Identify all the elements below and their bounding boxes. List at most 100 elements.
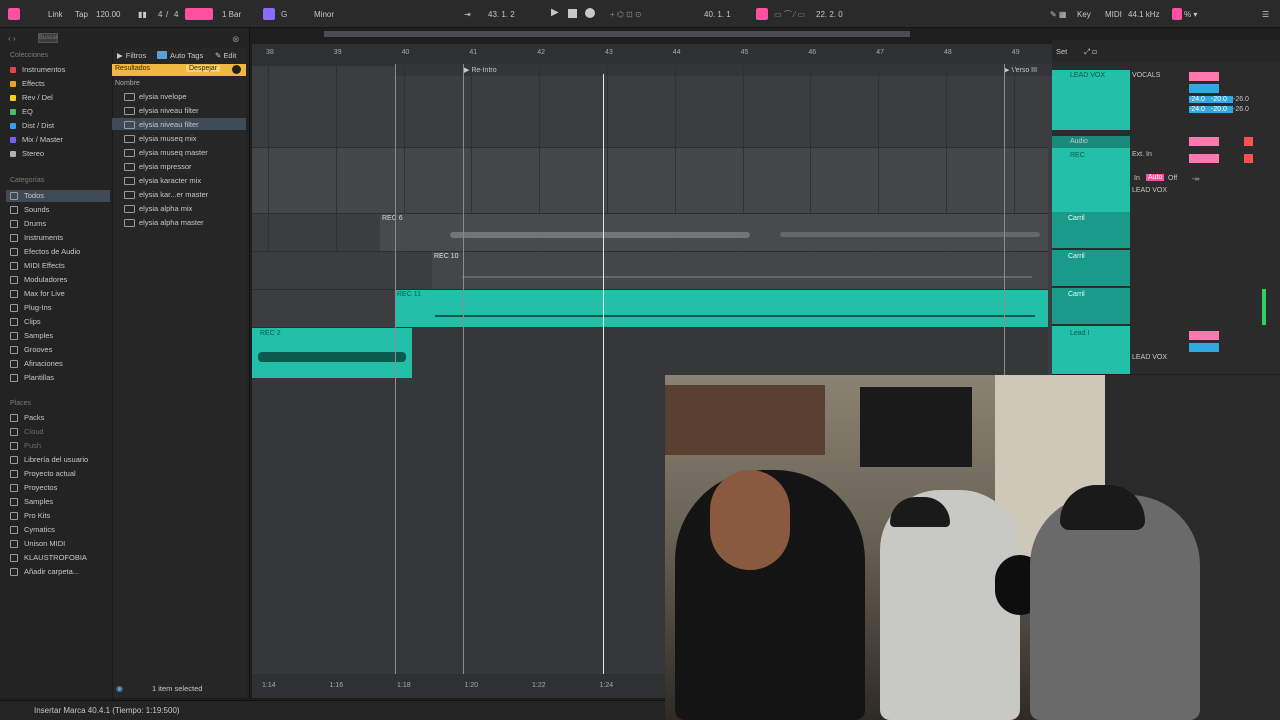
clip-rec-6[interactable]: REC 6 xyxy=(380,214,1048,251)
track-header-carril-1[interactable]: Carril xyxy=(1052,212,1130,248)
place-item[interactable]: Pro Kits xyxy=(10,510,50,522)
track-activator[interactable] xyxy=(1189,72,1219,81)
tap-button[interactable]: Tap xyxy=(75,9,88,20)
collection-item[interactable]: Instrumentos xyxy=(10,64,65,76)
file-item[interactable]: elysia kar...er master xyxy=(124,189,208,201)
preview-toggle-icon[interactable] xyxy=(232,65,241,74)
locator-verso-iii[interactable]: ▶ Verso III xyxy=(1004,66,1037,74)
track-header-rec[interactable]: REC xyxy=(1052,148,1130,212)
clip-rec-11[interactable]: REC 11 xyxy=(395,290,1048,327)
clear-button[interactable]: Despejar xyxy=(186,65,221,72)
collection-item[interactable]: EQ xyxy=(10,106,33,118)
collection-item[interactable]: Effects xyxy=(10,78,45,90)
category-item[interactable]: Plug-Ins xyxy=(10,302,52,314)
track-header-audio[interactable]: Audio xyxy=(1052,136,1130,148)
punch-icons[interactable]: ▭ ⌒ ⁄ ▭ xyxy=(774,9,805,20)
tempo-field[interactable]: 120.00 xyxy=(96,9,120,20)
file-item[interactable]: elysia alpha master xyxy=(124,217,204,229)
category-item[interactable]: Clips xyxy=(10,316,41,328)
search-input[interactable]: Buscar xyxy=(38,33,58,43)
meter-denominator[interactable]: 4 xyxy=(174,9,178,20)
metronome-icon[interactable]: ▮▮ xyxy=(138,9,147,20)
scale-select[interactable]: Minor xyxy=(314,9,334,20)
collection-item[interactable]: Mix / Master xyxy=(10,134,63,146)
place-item[interactable]: Proyecto actual xyxy=(10,468,76,480)
file-item[interactable]: elysia alpha mix xyxy=(124,203,192,215)
category-item[interactable]: Max for Live xyxy=(10,288,65,300)
key-map-button[interactable]: Key xyxy=(1077,9,1091,20)
scale-mode-icon[interactable] xyxy=(263,8,275,20)
category-item[interactable]: Plantillas xyxy=(10,372,54,384)
view-toggle-icon[interactable] xyxy=(8,8,20,20)
output-select-lead-i[interactable]: LEAD VOX xyxy=(1132,354,1167,361)
loop-start-field[interactable]: 40. 1. 1 xyxy=(704,9,731,20)
song-position[interactable]: 43. 1. 2 xyxy=(488,9,515,20)
locator-re-intro[interactable]: ▶ Re-Intro xyxy=(464,66,497,74)
track-activator-rec[interactable] xyxy=(1189,137,1219,146)
file-item[interactable]: elysia nvelope xyxy=(124,91,187,103)
category-item[interactable]: Afinaciones xyxy=(10,358,63,370)
category-item[interactable]: Efectos de Audio xyxy=(10,246,80,258)
file-item[interactable]: elysia mpressor xyxy=(124,161,192,173)
file-item[interactable]: elysia niveau filter xyxy=(124,105,199,117)
file-item[interactable]: elysia museq master xyxy=(124,147,208,159)
play-button[interactable]: ▶ xyxy=(551,7,559,18)
volume-field[interactable] xyxy=(1189,84,1219,93)
close-icon[interactable]: ⊗ xyxy=(232,34,240,45)
volume-field-lead-i[interactable] xyxy=(1189,343,1219,352)
category-item[interactable]: Todos xyxy=(10,190,44,202)
track-header-lead-vox[interactable]: LEAD VOX xyxy=(1052,70,1130,130)
draw-mode-icon[interactable]: ✎ ▦ xyxy=(1050,9,1066,20)
filter-button[interactable]: ▶ Filtros xyxy=(117,51,146,60)
category-item[interactable]: Samples xyxy=(10,330,53,342)
category-item[interactable]: Drums xyxy=(10,218,46,230)
file-item[interactable]: elysia karacter mix xyxy=(124,175,201,187)
set-button[interactable]: Set xyxy=(1056,47,1067,56)
overdub-icon[interactable]: + ⌬ ⊡ ⊙ xyxy=(610,9,642,20)
category-item[interactable]: MIDI Effects xyxy=(10,260,65,272)
name-column-header[interactable]: Nombre xyxy=(115,80,140,87)
monitor-off[interactable]: Off xyxy=(1168,175,1177,182)
track-lane-rec[interactable] xyxy=(252,148,1048,214)
edit-button[interactable]: ✎ Edit xyxy=(215,51,236,60)
place-item[interactable]: Cloud xyxy=(10,426,44,438)
place-item[interactable]: Proyectos xyxy=(10,482,57,494)
loop-switch-icon[interactable] xyxy=(756,8,768,20)
file-item[interactable]: elysia museq mix xyxy=(124,133,197,145)
arm-button-2[interactable] xyxy=(1244,154,1253,163)
midi-map-button[interactable]: MIDI xyxy=(1105,9,1122,20)
key-select[interactable]: G xyxy=(281,9,287,20)
follow-icon[interactable]: ⇥ xyxy=(464,9,471,20)
meter-numerator[interactable]: 4 xyxy=(158,9,162,20)
place-item[interactable]: Unison MIDI xyxy=(10,538,65,550)
place-item[interactable]: Push xyxy=(10,440,41,452)
link-button[interactable]: Link xyxy=(48,9,63,20)
collection-item[interactable]: Dist / Dist xyxy=(10,120,54,132)
track-header-lead-i[interactable]: Lead I xyxy=(1052,326,1130,374)
overview-bar[interactable] xyxy=(324,31,910,37)
auto-tags-button[interactable]: Auto Tags xyxy=(157,51,203,60)
track-header-carril-2[interactable]: Carril xyxy=(1052,250,1130,286)
collection-item[interactable]: Rev / Del xyxy=(10,92,53,104)
place-item[interactable]: Cymatics xyxy=(10,524,55,536)
input-type-select[interactable]: Ext. In xyxy=(1132,151,1152,158)
preview-icon[interactable]: ◉ xyxy=(116,684,123,693)
menu-icon[interactable]: ☰ xyxy=(1262,9,1269,20)
playhead[interactable] xyxy=(603,74,604,694)
loop-mode-button[interactable] xyxy=(185,8,213,20)
record-button[interactable] xyxy=(585,8,595,18)
expand-icon[interactable]: ⤢ ⊡ xyxy=(1084,47,1097,57)
category-item[interactable]: Sounds xyxy=(10,204,49,216)
track-lane-lead-vox[interactable] xyxy=(252,78,1048,148)
loop-length-field[interactable]: 22. 2. 0 xyxy=(816,9,843,20)
collection-item[interactable]: Stereo xyxy=(10,148,44,160)
category-item[interactable]: Instruments xyxy=(10,232,63,244)
place-item[interactable]: Samples xyxy=(10,496,53,508)
place-item[interactable]: Añadir carpeta... xyxy=(10,566,79,578)
track-header-carril-3[interactable]: Carril xyxy=(1052,288,1130,324)
monitor-in[interactable]: In xyxy=(1134,175,1140,182)
clip-rec-2[interactable]: REC 2 xyxy=(252,328,412,378)
category-item[interactable]: Moduladores xyxy=(10,274,67,286)
place-item[interactable]: KLAUSTROFOBIA xyxy=(10,552,87,564)
place-item[interactable]: Packs xyxy=(10,412,44,424)
